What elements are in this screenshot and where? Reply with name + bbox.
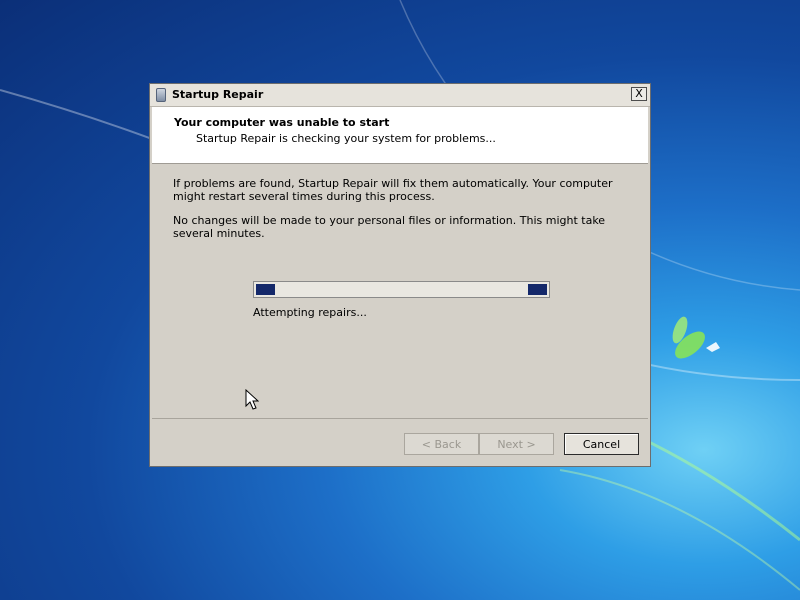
close-icon: X [635,87,643,100]
dialog-header: Your computer was unable to start Startu… [152,107,648,164]
progress-bar [253,281,550,298]
progress-block [528,284,547,295]
progress-status: Attempting repairs... [253,306,367,319]
info-paragraph-2: No changes will be made to your personal… [173,214,606,240]
startup-repair-icon [156,88,166,102]
cancel-button[interactable]: Cancel [564,433,639,455]
close-button[interactable]: X [631,87,647,101]
title-bar: Startup Repair X [150,84,650,107]
next-button[interactable]: Next > [479,433,554,455]
back-button[interactable]: < Back [404,433,479,455]
button-bar: < Back Next > Cancel [152,418,648,464]
header-subtitle: Startup Repair is checking your system f… [196,132,496,145]
mouse-pointer-icon [245,389,259,410]
info-paragraph-1: If problems are found, Startup Repair wi… [173,177,613,203]
progress-block [256,284,275,295]
startup-repair-dialog: Startup Repair X Your computer was unabl… [149,83,651,467]
header-title: Your computer was unable to start [174,116,390,129]
window-title: Startup Repair [172,88,264,101]
